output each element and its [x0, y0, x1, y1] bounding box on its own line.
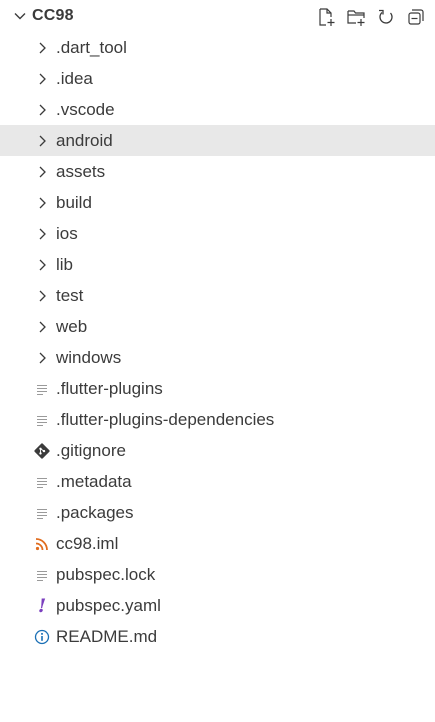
- new-folder-icon[interactable]: [345, 6, 367, 28]
- text-file-icon: [32, 379, 52, 399]
- folder-label: .vscode: [56, 99, 115, 119]
- chevron-right-icon: [32, 286, 52, 306]
- folder-row-build[interactable]: build: [0, 187, 435, 218]
- folder-label: windows: [56, 347, 122, 367]
- file-label: .flutter-plugins: [56, 378, 163, 398]
- text-file-icon: [32, 565, 52, 585]
- folder-row-windows[interactable]: windows: [0, 342, 435, 373]
- file-row-flutter-plugins[interactable]: .flutter-plugins: [0, 373, 435, 404]
- folder-row-vscode[interactable]: .vscode: [0, 94, 435, 125]
- text-file-icon: [32, 472, 52, 492]
- folder-row-web[interactable]: web: [0, 311, 435, 342]
- folder-row-assets[interactable]: assets: [0, 156, 435, 187]
- rss-icon: [32, 534, 52, 554]
- git-icon: [32, 441, 52, 461]
- folder-row-test[interactable]: test: [0, 280, 435, 311]
- file-row-packages[interactable]: .packages: [0, 497, 435, 528]
- folder-row-lib[interactable]: lib: [0, 249, 435, 280]
- folder-row-idea[interactable]: .idea: [0, 63, 435, 94]
- file-row-cc98-iml[interactable]: cc98.iml: [0, 528, 435, 559]
- chevron-right-icon: [32, 100, 52, 120]
- folder-label: assets: [56, 161, 106, 181]
- file-label: .packages: [56, 502, 134, 522]
- new-file-icon[interactable]: [315, 6, 337, 28]
- folder-label: test: [56, 285, 84, 305]
- text-file-icon: [32, 410, 52, 430]
- file-tree: .dart_tool .idea .vscode android assets …: [0, 32, 435, 652]
- chevron-right-icon: [32, 162, 52, 182]
- chevron-down-icon[interactable]: [10, 6, 30, 26]
- folder-label: .idea: [56, 68, 93, 88]
- chevron-right-icon: [32, 193, 52, 213]
- chevron-right-icon: [32, 131, 52, 151]
- yaml-exclamation-icon: !: [37, 594, 47, 617]
- folder-label: lib: [56, 254, 74, 274]
- folder-row-ios[interactable]: ios: [0, 218, 435, 249]
- file-label: .gitignore: [56, 440, 126, 460]
- file-row-pubspec-lock[interactable]: pubspec.lock: [0, 559, 435, 590]
- chevron-right-icon: [32, 38, 52, 58]
- file-label: .metadata: [56, 471, 132, 491]
- chevron-right-icon: [32, 317, 52, 337]
- folder-label: android: [56, 130, 113, 150]
- folder-label: ios: [56, 223, 78, 243]
- chevron-right-icon: [32, 224, 52, 244]
- file-explorer: CC98 .dart_tool .idea .vscode android as…: [0, 0, 435, 722]
- explorer-header[interactable]: CC98: [0, 0, 435, 32]
- collapse-all-icon[interactable]: [405, 6, 427, 28]
- explorer-title: CC98: [32, 7, 74, 24]
- text-file-icon: [32, 503, 52, 523]
- file-row-pubspec-yaml[interactable]: ! pubspec.yaml: [0, 590, 435, 621]
- info-icon: [32, 627, 52, 647]
- file-label: pubspec.yaml: [56, 595, 161, 615]
- chevron-right-icon: [32, 255, 52, 275]
- explorer-actions: [315, 6, 427, 28]
- folder-row-android[interactable]: android: [0, 125, 435, 156]
- file-label: README.md: [56, 626, 158, 646]
- file-label: pubspec.lock: [56, 564, 156, 584]
- folder-label: .dart_tool: [56, 37, 127, 57]
- refresh-icon[interactable]: [375, 6, 397, 28]
- chevron-right-icon: [32, 348, 52, 368]
- folder-row-dart-tool[interactable]: .dart_tool: [0, 32, 435, 63]
- file-row-metadata[interactable]: .metadata: [0, 466, 435, 497]
- folder-label: web: [56, 316, 88, 336]
- file-row-readme[interactable]: README.md: [0, 621, 435, 652]
- file-label: cc98.iml: [56, 533, 119, 553]
- file-label: .flutter-plugins-dependencies: [56, 409, 275, 429]
- file-row-gitignore[interactable]: .gitignore: [0, 435, 435, 466]
- file-row-flutter-plugins-dependencies[interactable]: .flutter-plugins-dependencies: [0, 404, 435, 435]
- folder-label: build: [56, 192, 92, 212]
- chevron-right-icon: [32, 69, 52, 89]
